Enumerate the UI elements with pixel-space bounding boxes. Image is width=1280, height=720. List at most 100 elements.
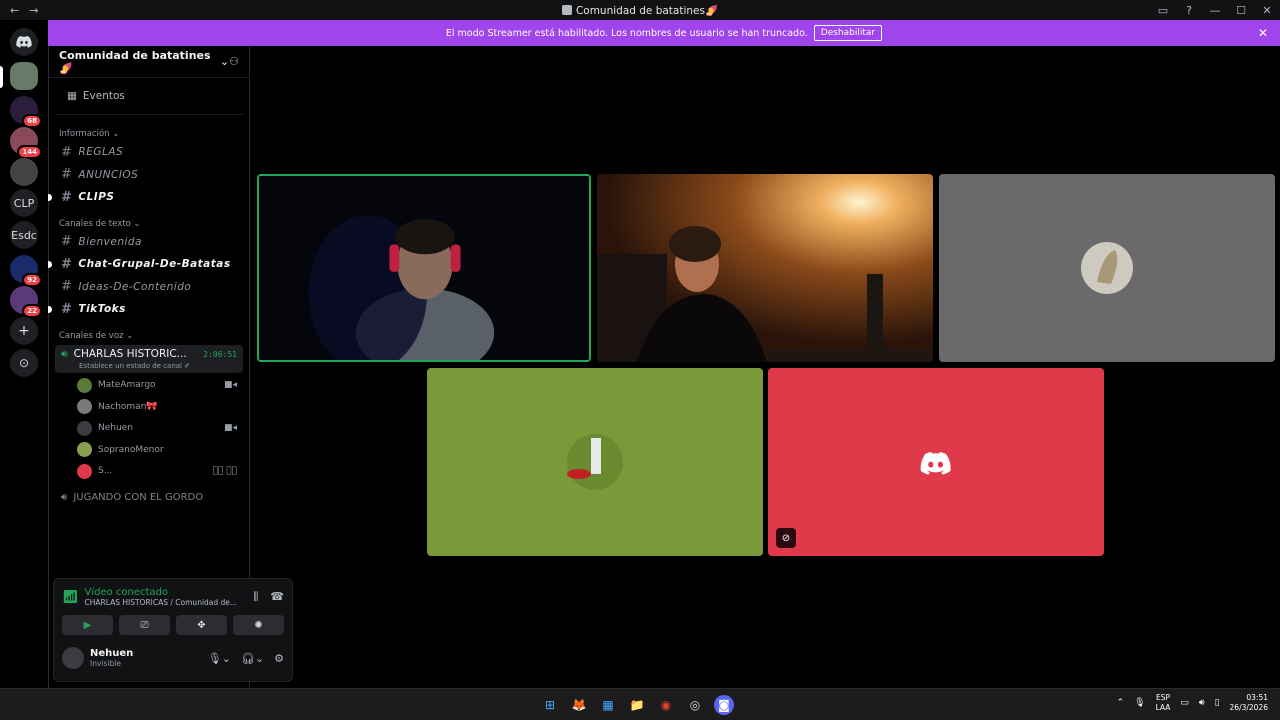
voice-user-name: MateAmargo — [98, 380, 156, 391]
gear-icon[interactable]: ⚙ — [274, 652, 284, 665]
video-tile-1[interactable] — [257, 174, 591, 362]
server-icon[interactable]: 144 — [10, 127, 42, 159]
disconnect-icon[interactable]: ☎ — [270, 590, 284, 604]
screen-share-button[interactable]: ⎚ — [119, 615, 170, 635]
voice-user-name: SopranoMenor — [98, 444, 164, 455]
avatar[interactable] — [62, 647, 84, 669]
firefox-icon[interactable]: 🦊 — [569, 695, 589, 715]
server-icon[interactable]: 92 — [10, 255, 42, 287]
chevron-up-icon[interactable]: ⌃ — [1117, 698, 1125, 708]
noise-suppression-icon[interactable]: ⫼ — [253, 590, 258, 604]
voice-channel-path[interactable]: CHARLAS HISTORICAS / Comunidad de... — [85, 598, 238, 607]
chrome-icon[interactable]: ◉ — [656, 695, 676, 715]
category-info[interactable]: Información ⌄ — [49, 127, 249, 141]
channel-item[interactable]: # ANUNCIOS — [49, 164, 249, 187]
channel-status[interactable]: Establece un estado de canal ✐ — [79, 362, 237, 370]
server-icon-esdc[interactable]: Esdc — [10, 221, 38, 249]
hashtag-icon: # — [61, 144, 73, 160]
mention-badge: 144 — [17, 145, 42, 159]
category-text[interactable]: Canales de texto ⌄ — [49, 217, 249, 231]
speaker-icon: 🔊︎ — [61, 347, 68, 360]
channel-item[interactable]: # CLIPS — [48, 186, 249, 209]
selected-pill — [0, 66, 3, 88]
discord-home-button[interactable] — [10, 28, 38, 56]
avatar-tile — [567, 434, 623, 490]
volume-icon[interactable]: 🔊︎ — [1199, 698, 1205, 708]
voice-user[interactable]: S... 🎙⃠ 🎧⃠ — [49, 461, 249, 483]
inbox-icon[interactable]: ▭ — [1150, 4, 1176, 17]
close-window-button[interactable]: ✕ — [1254, 4, 1280, 17]
app-icon[interactable]: ◎ — [685, 695, 705, 715]
add-server-icon[interactable]: + — [10, 317, 38, 345]
chevron-down-icon: ⌄ — [112, 129, 120, 139]
channel-name: CLIPS — [78, 191, 115, 204]
banner-text: El modo Streamer está habilitado. Los no… — [445, 27, 808, 39]
hashtag-icon: # — [61, 301, 73, 317]
streamer-mode-banner: El modo Streamer está habilitado. Los no… — [48, 20, 1280, 46]
server-icon-current[interactable] — [10, 62, 38, 90]
server-header[interactable]: Comunidad de batatines🍠 ⌄ ⚇ — [49, 46, 249, 78]
discord-logo-icon — [16, 36, 32, 48]
close-icon[interactable]: ✕ — [1258, 26, 1268, 40]
hashtag-icon: # — [61, 279, 73, 295]
user-status: Invisible — [90, 659, 121, 668]
video-tile-5[interactable]: ⊘ — [768, 368, 1104, 556]
camera-button[interactable]: ▶ — [62, 615, 113, 635]
invite-people-icon[interactable]: ⚇ — [229, 55, 239, 68]
chevron-down-icon: ⌄ — [219, 55, 230, 68]
battery-icon[interactable]: ▯ — [1215, 698, 1220, 708]
channel-name: Chat-Grupal-De-Batatas — [78, 258, 231, 271]
discord-taskbar-icon[interactable]: ◙ — [714, 695, 734, 715]
calendar-icon: ▦ — [67, 90, 77, 102]
microphone-icon[interactable]: 🎙︎⌄ — [208, 652, 231, 665]
back-icon[interactable]: ← — [10, 4, 19, 17]
hashtag-icon: # — [61, 234, 73, 250]
discover-icon[interactable]: ⊙ — [10, 349, 38, 377]
events-link[interactable]: ▦ Eventos — [55, 78, 243, 115]
network-icon[interactable]: ▭ — [1180, 698, 1189, 708]
video-tile-4[interactable] — [427, 368, 763, 556]
voice-user-name: Nachoman🎀 — [98, 401, 158, 412]
chevron-down-icon: ⌄ — [133, 218, 141, 229]
video-tile-2[interactable] — [597, 174, 933, 362]
disable-streamer-button[interactable]: Deshabilitar — [813, 25, 883, 41]
soundboard-button[interactable]: ✺ — [233, 615, 284, 635]
activities-button[interactable]: ✥ — [176, 615, 227, 635]
signal-icon[interactable]: 📶︎ — [62, 590, 79, 605]
channel-item[interactable]: # Ideas-De-Contenido — [49, 276, 249, 299]
forward-icon[interactable]: → — [29, 4, 38, 17]
channel-item[interactable]: # TikToks — [48, 298, 249, 321]
minimize-button[interactable]: — — [1202, 4, 1228, 17]
voice-user[interactable]: MateAmargo ■◂ — [49, 375, 249, 397]
category-voice[interactable]: Canales de voz ⌄ — [49, 329, 249, 343]
clock[interactable]: 03:51 26/3/2026 — [1230, 693, 1268, 713]
voice-user[interactable]: Nachoman🎀 — [49, 396, 249, 418]
mention-badge: 92 — [22, 273, 42, 287]
channel-name: TikToks — [78, 303, 126, 316]
store-icon[interactable]: ▦ — [598, 695, 618, 715]
server-icon-clp[interactable]: CLP — [10, 189, 38, 217]
voice-channel-active[interactable]: 🔊︎ CHARLAS HISTORIC... 2:06:51 Establece… — [55, 344, 243, 373]
discord-logo-icon — [920, 452, 951, 475]
server-icon[interactable]: 22 — [10, 286, 42, 318]
avatar — [77, 442, 92, 458]
video-tile-3[interactable] — [939, 174, 1275, 362]
chevron-down-icon: ⌄ — [126, 330, 134, 341]
file-explorer-icon[interactable]: 📁 — [627, 695, 647, 715]
start-icon[interactable]: ⊞ — [540, 695, 560, 715]
microphone-icon[interactable]: 🎙︎ — [1134, 698, 1145, 708]
headphones-icon[interactable]: 🎧︎⌄ — [241, 652, 264, 665]
channel-item[interactable]: # Chat-Grupal-De-Batatas — [48, 253, 249, 276]
maximize-button[interactable]: ☐ — [1228, 4, 1254, 17]
language-indicator[interactable]: ESP LAA — [1156, 693, 1171, 713]
voice-channel-2[interactable]: 🔊︎ JUGANDO CON EL GORDO — [49, 486, 249, 508]
channel-item[interactable]: # Bienvenida — [49, 231, 249, 254]
channel-item[interactable]: # REGLAS — [49, 141, 249, 164]
server-icon[interactable]: 68 — [10, 96, 42, 128]
server-icon[interactable] — [10, 158, 38, 186]
voice-user[interactable]: Nehuen ■◂ — [49, 418, 249, 440]
voice-user[interactable]: SopranoMenor — [49, 439, 249, 461]
help-icon[interactable]: ? — [1176, 4, 1202, 17]
voice-user-name: S... — [98, 466, 113, 477]
webcam-feed — [259, 176, 589, 360]
